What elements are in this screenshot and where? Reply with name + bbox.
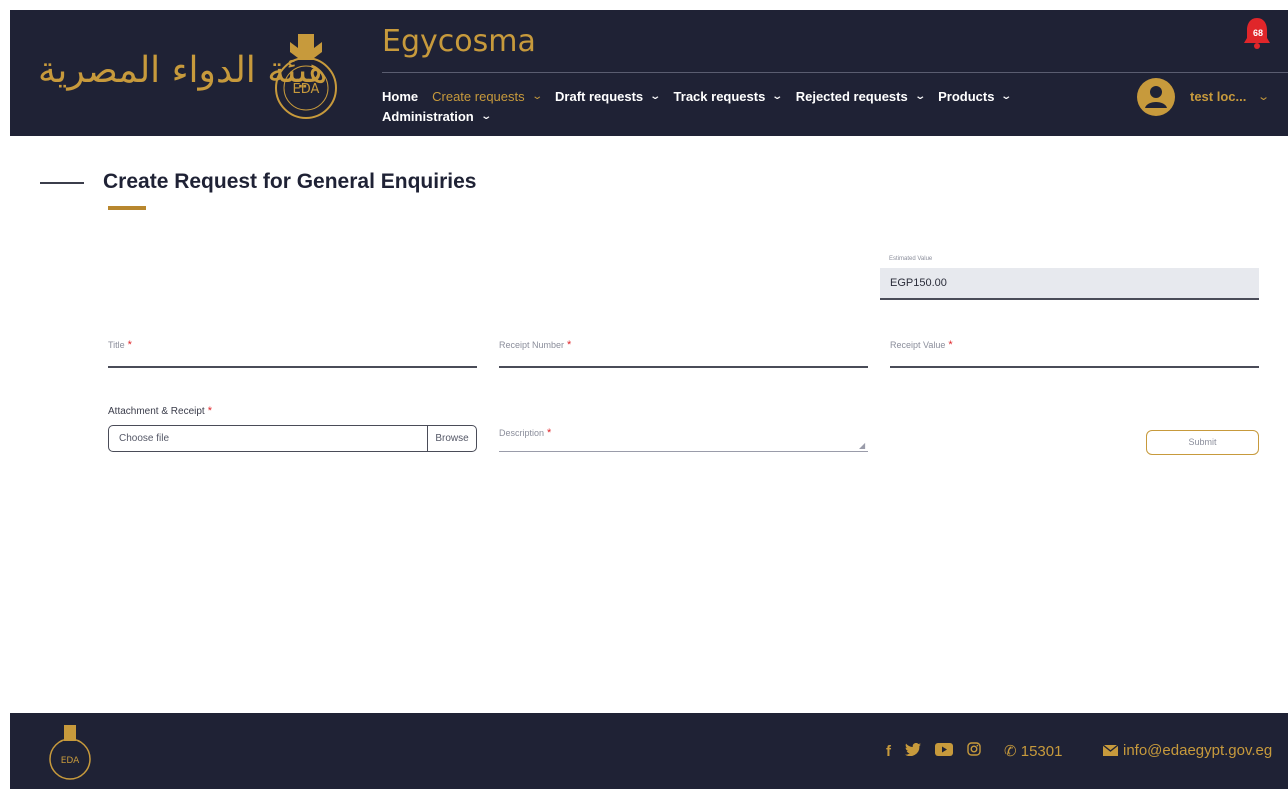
description-textarea[interactable] xyxy=(499,451,868,452)
submit-button[interactable]: Submit xyxy=(1146,430,1259,455)
instagram-icon[interactable] xyxy=(967,742,981,760)
chevron-down-icon: ⌄ xyxy=(480,110,492,122)
chevron-down-icon: ⌄ xyxy=(1000,90,1013,102)
resize-handle-icon[interactable]: ◢ xyxy=(859,441,865,450)
svg-text:EDA: EDA xyxy=(61,756,80,766)
nav-item-create-requests[interactable]: Create requests ⌄ xyxy=(432,89,543,104)
app-title: Egycosma xyxy=(382,24,536,59)
facebook-icon[interactable]: f xyxy=(886,743,891,760)
nav-item-administration[interactable]: Administration ⌄ xyxy=(382,109,492,124)
social-links: f xyxy=(886,742,995,760)
mail-icon xyxy=(1103,745,1118,756)
attachment-file-input[interactable]: Choose file Browse xyxy=(108,425,477,452)
attachment-label: Attachment & Receipt * xyxy=(108,405,212,417)
title-underline xyxy=(108,206,146,210)
title-input[interactable] xyxy=(108,366,477,368)
chevron-down-icon: ⌄ xyxy=(771,90,784,102)
chevron-down-icon: ⌄ xyxy=(914,90,926,102)
twitter-icon[interactable] xyxy=(905,742,921,760)
browse-button[interactable]: Browse xyxy=(427,426,476,451)
heading-decor-line xyxy=(40,182,84,184)
youtube-icon[interactable] xyxy=(935,742,953,760)
receipt-value-label: Receipt Value * xyxy=(890,339,953,351)
title-field-label: Title * xyxy=(108,339,132,351)
user-avatar-icon[interactable] xyxy=(1137,78,1175,116)
top-header: هيئة الدواء المصرية EDA Egycosma Home Cr… xyxy=(10,10,1288,136)
footer: EDA f ✆ 15301 info@edaegypt.gov.eg xyxy=(10,713,1288,789)
estimated-value: EGP150.00 xyxy=(890,277,947,289)
nav-item-track-requests[interactable]: Track requests ⌄ xyxy=(674,89,784,104)
email-address: info@edaegypt.gov.eg xyxy=(1123,742,1273,759)
nav-item-rejected-requests[interactable]: Rejected requests ⌄ xyxy=(796,89,926,104)
email-contact[interactable]: info@edaegypt.gov.eg xyxy=(1103,742,1272,759)
receipt-number-input[interactable] xyxy=(499,366,868,368)
nav-item-home[interactable]: Home xyxy=(382,89,418,104)
chevron-down-icon: ⌄ xyxy=(530,90,543,102)
nav-item-draft-requests[interactable]: Draft requests ⌄ xyxy=(555,89,662,104)
phone-contact[interactable]: ✆ 15301 xyxy=(1004,742,1062,760)
receipt-number-label: Receipt Number * xyxy=(499,339,572,351)
description-label: Description * xyxy=(499,427,552,439)
svg-text:EDA: EDA xyxy=(293,82,320,97)
page-title: Create Request for General Enquiries xyxy=(103,170,477,193)
notification-count-badge: 68 xyxy=(1252,28,1263,38)
phone-number: 15301 xyxy=(1020,743,1063,760)
main-nav: Home Create requests ⌄ Draft requests ⌄ Tr… xyxy=(382,86,1102,126)
user-name[interactable]: test loc... xyxy=(1190,89,1246,104)
phone-icon: ✆ xyxy=(1004,743,1017,760)
estimated-value-label: Estimated Value xyxy=(889,256,933,262)
chevron-down-icon[interactable]: ⌄ xyxy=(1257,90,1270,103)
chevron-down-icon: ⌄ xyxy=(649,90,662,102)
header-divider xyxy=(382,72,1288,73)
eda-seal-logo: EDA xyxy=(49,725,91,780)
receipt-value-input[interactable] xyxy=(890,366,1259,368)
eda-seal-logo: EDA xyxy=(275,34,337,119)
nav-item-products[interactable]: Products ⌄ xyxy=(938,89,1013,104)
file-placeholder: Choose file xyxy=(119,433,170,444)
